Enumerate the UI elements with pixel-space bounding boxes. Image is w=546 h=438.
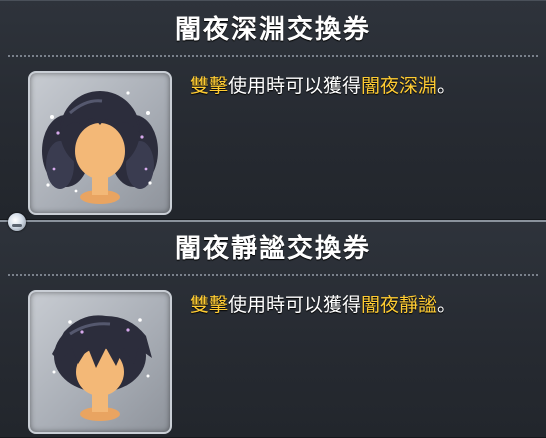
item-name-highlight: 闇夜深淵 [361,75,438,97]
title-divider [8,55,538,57]
double-click-highlight: 雙擊 [190,75,229,97]
tooltip-description: 雙擊使用時可以獲得闇夜靜謐。 [190,292,536,318]
item-icon-frame [28,290,172,434]
description-text: 使用時可以獲得 [228,294,362,316]
tooltip-corner-orb-icon [8,213,26,231]
hair-long-pigtails-icon [42,91,158,204]
item-tooltip-serenity: 闇夜靜謐交換券 雙擊使用時可以獲得闇夜靜謐。 [0,213,546,438]
tooltip-title: 闇夜靜謐交換券 [174,234,371,264]
tooltip-title: 闇夜深淵交換券 [174,15,371,45]
item-name-highlight: 闇夜靜謐 [361,294,438,316]
description-suffix: 。 [437,294,457,316]
item-tooltip-abyss: 闇夜深淵交換券 雙擊使用時可以獲得闇夜深淵。 [0,0,546,220]
hair-short-icon [52,315,152,421]
title-divider [8,274,538,276]
double-click-highlight: 雙擊 [190,294,229,316]
description-suffix: 。 [437,75,457,97]
tooltip-description: 雙擊使用時可以獲得闇夜深淵。 [190,73,536,99]
description-text: 使用時可以獲得 [228,75,362,97]
item-icon-frame [28,71,172,215]
